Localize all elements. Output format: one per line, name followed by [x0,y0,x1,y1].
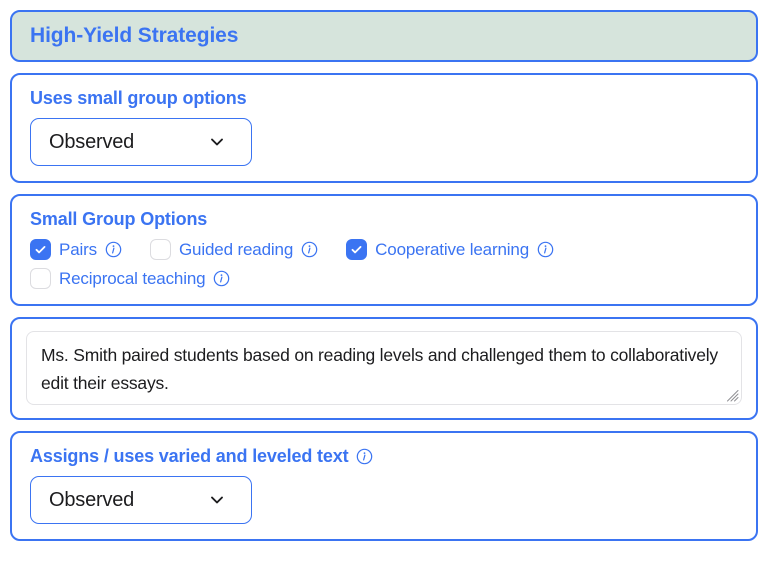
textarea-value: Ms. Smith paired students based on readi… [41,345,723,393]
page-title: High-Yield Strategies [30,24,239,47]
select-wrap-uses-small-group-options: Observed [30,118,252,166]
select-wrap-varied-leveled-text: Observed [30,476,252,524]
select-value: Observed [49,130,135,153]
checkbox-row: Reciprocal teaching [30,268,738,289]
field-card-varied-leveled-text: Assigns / uses varied and leveled text O… [10,431,758,541]
checkbox-item-cooperative-learning[interactable]: Cooperative learning [346,239,554,260]
field-label-small-group-options: Small Group Options [30,209,738,230]
info-icon[interactable] [301,241,318,258]
checkbox-label-cooperative-learning: Cooperative learning [375,239,530,259]
checkbox-group-small-group-options: Pairs Guided reading Cooperative learnin… [30,239,738,289]
info-icon[interactable] [537,241,554,258]
checkbox-label-reciprocal-teaching: Reciprocal teaching [59,268,206,288]
textarea-evidence-note[interactable]: Ms. Smith paired students based on readi… [26,331,742,405]
checkbox-reciprocal-teaching[interactable] [30,268,51,289]
field-card-small-group-options: Small Group Options Pairs Guided reading… [10,194,758,306]
form-page: High-Yield Strategies Uses small group o… [0,0,768,586]
checkbox-row: Pairs Guided reading Cooperative learnin… [30,239,738,260]
field-label-text: Small Group Options [30,209,208,229]
checkbox-label-guided-reading: Guided reading [178,239,294,259]
field-card-uses-small-group-options: Uses small group options Observed [10,73,758,183]
checkbox-item-reciprocal-teaching[interactable]: Reciprocal teaching [30,268,230,289]
field-label-uses-small-group-options: Uses small group options [30,88,738,109]
checkbox-guided-reading[interactable] [149,239,171,260]
chevron-down-icon [209,492,225,508]
checkbox-label-pairs: Pairs [59,239,97,259]
info-icon[interactable] [105,241,122,258]
field-card-evidence-note: Ms. Smith paired students based on readi… [10,317,758,420]
checkbox-item-guided-reading[interactable]: Guided reading [149,239,318,260]
checkbox-cooperative-learning[interactable] [346,239,368,260]
chevron-down-icon [209,134,225,150]
select-value: Observed [49,488,135,511]
checkbox-item-pairs[interactable]: Pairs [30,239,122,260]
section-header-banner: High-Yield Strategies [10,10,758,62]
info-icon[interactable] [213,270,230,287]
resize-handle-icon[interactable] [726,389,739,402]
field-label-text: Assigns / uses varied and leveled text [30,446,349,466]
field-label-varied-leveled-text: Assigns / uses varied and leveled text [30,446,738,467]
checkbox-pairs[interactable] [30,239,51,260]
select-varied-leveled-text[interactable]: Observed [30,476,252,524]
info-icon[interactable] [356,448,373,465]
select-uses-small-group-options[interactable]: Observed [30,118,252,166]
field-label-text: Uses small group options [30,88,247,108]
